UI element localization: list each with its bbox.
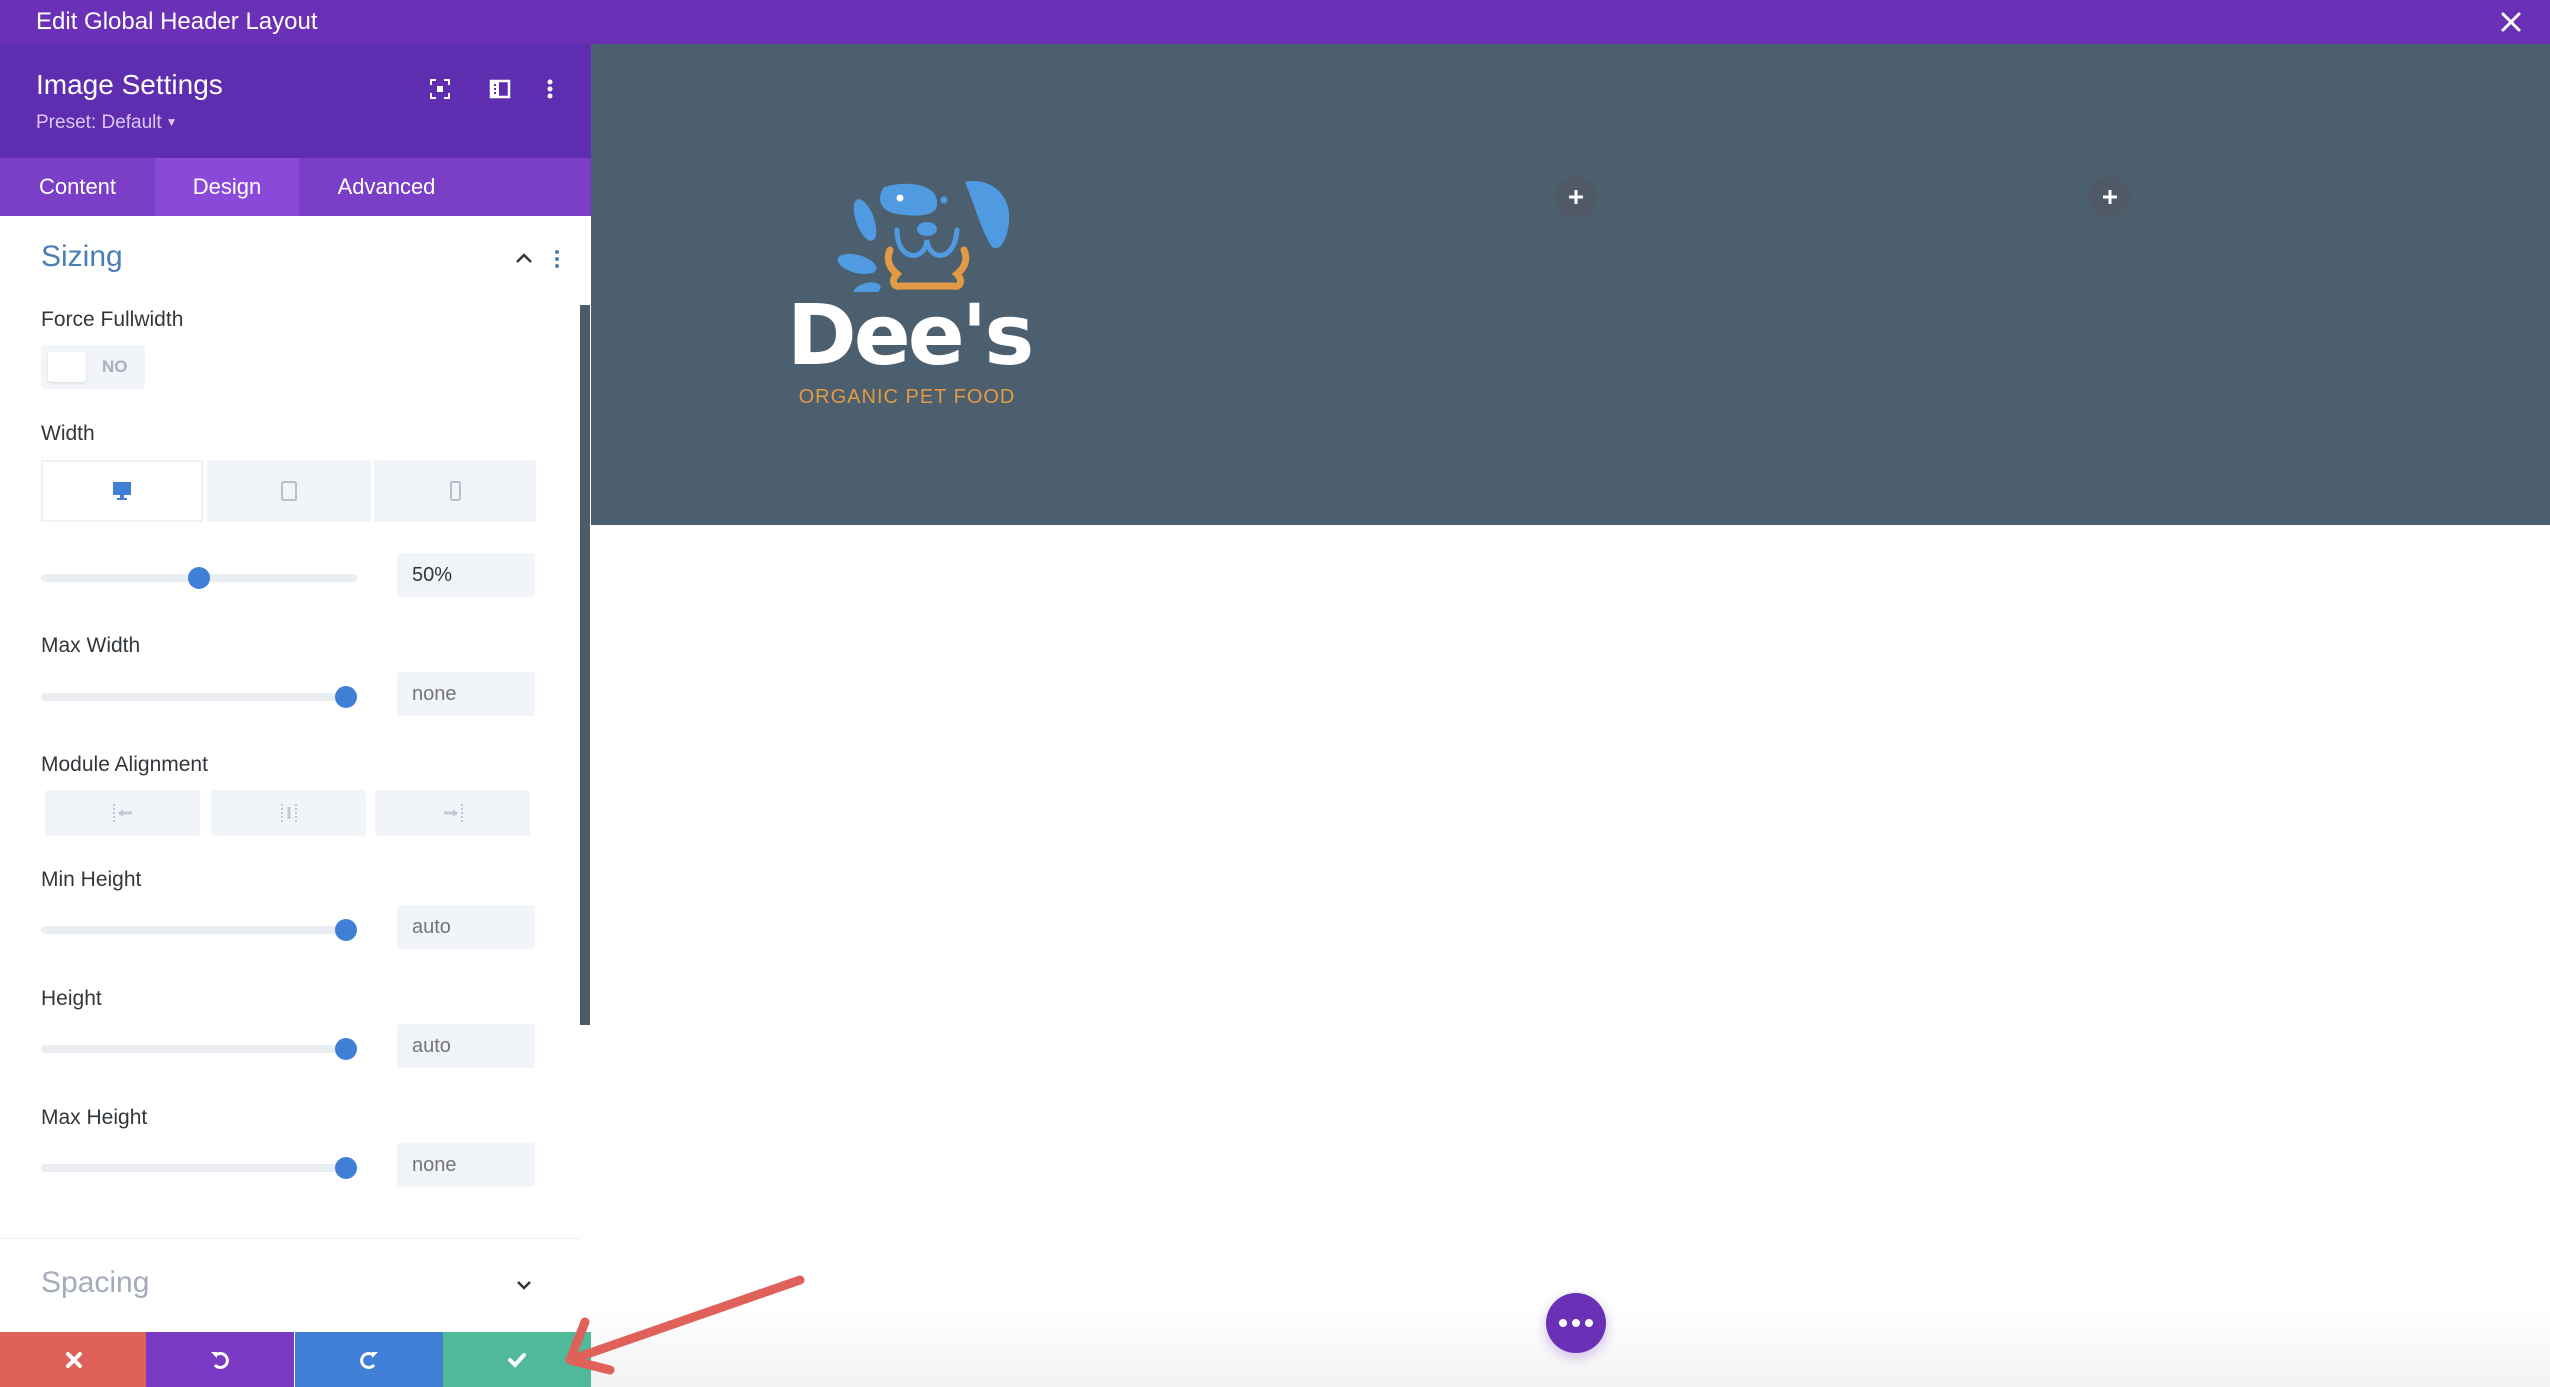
discard-button[interactable] [0,1332,148,1387]
width-slider-thumb[interactable] [188,567,210,589]
toggle-knob [48,352,86,382]
min-height-slider[interactable] [41,926,357,934]
align-right-icon [443,804,463,822]
window-title: Edit Global Header Layout [36,8,318,35]
max-height-slider[interactable] [41,1164,357,1172]
device-tab-desktop[interactable] [41,460,203,522]
tablet-icon [281,481,297,501]
module-alignment-label: Module Alignment [41,753,208,776]
header-section[interactable]: Dee's ORGANIC PET FOOD [591,44,2550,525]
align-left-icon [112,804,132,822]
min-height-input[interactable] [397,905,535,949]
max-width-slider[interactable] [41,693,357,701]
dog-logo-icon [837,181,1010,298]
height-slider[interactable] [41,1045,357,1053]
builder-canvas: Dee's ORGANIC PET FOOD [591,44,2550,1387]
height-label: Height [41,987,102,1010]
section-divider [0,1238,580,1239]
preset-label: Preset: Default [36,112,162,133]
min-height-slider-thumb[interactable] [335,919,357,941]
device-tab-phone[interactable] [374,460,536,522]
max-height-label: Max Height [41,1106,148,1129]
section-sizing-title[interactable]: Sizing [41,240,123,274]
logo-tagline: ORGANIC PET FOOD [798,386,1016,408]
plus-icon [1569,190,1583,204]
panel-title: Image Settings [36,69,223,100]
align-left-button[interactable] [45,790,200,836]
height-slider-thumb[interactable] [335,1038,357,1060]
chevron-down-icon[interactable] [512,1273,536,1302]
sidebar-layout-icon[interactable] [485,74,515,104]
settings-panel: Image Settings Preset: Default ▼ Content … [0,44,591,1387]
preset-dropdown[interactable]: Preset: Default ▼ [36,112,178,134]
logo-name: Dee's [787,286,1034,384]
close-icon [66,1351,82,1368]
align-center-icon [280,804,297,822]
dot-icon [1585,1319,1593,1327]
max-height-input[interactable] [397,1143,535,1187]
width-input[interactable] [397,553,535,597]
min-height-label: Min Height [41,868,142,891]
redo-button[interactable] [295,1332,443,1387]
tab-content[interactable]: Content [0,158,155,216]
add-module-button[interactable] [1555,176,1597,218]
dot-icon [1572,1319,1580,1327]
add-module-button[interactable] [2089,176,2131,218]
fullscreen-icon[interactable] [425,74,455,104]
close-icon[interactable] [2494,5,2528,39]
redo-icon [360,1351,378,1369]
settings-tabs: Content Design Advanced [0,158,591,216]
save-button[interactable] [443,1332,591,1387]
plus-icon [2103,190,2117,204]
more-vertical-icon[interactable] [545,247,569,276]
max-width-label: Max Width [41,634,141,657]
logo-image[interactable]: Dee's ORGANIC PET FOOD [787,162,1034,412]
height-input[interactable] [397,1024,535,1068]
width-label: Width [41,422,95,445]
align-right-button[interactable] [375,790,530,836]
page-settings-button[interactable] [1546,1293,1606,1353]
tab-design[interactable]: Design [155,158,299,216]
more-vertical-icon[interactable] [535,74,565,104]
device-tab-tablet[interactable] [207,460,371,522]
tab-advanced[interactable]: Advanced [299,158,474,216]
max-width-input[interactable] [397,672,535,716]
check-icon [508,1352,526,1368]
editor-title-bar: Edit Global Header Layout [0,0,2550,44]
force-fullwidth-toggle[interactable]: NO [41,345,145,389]
panel-header: Image Settings Preset: Default ▼ [0,44,591,158]
panel-action-bar [0,1332,591,1387]
max-height-slider-thumb[interactable] [335,1157,357,1179]
chevron-up-icon[interactable] [512,247,536,276]
caret-down-icon: ▼ [165,115,178,129]
panel-scrollbar[interactable] [580,305,590,1025]
toggle-state: NO [102,357,128,376]
force-fullwidth-label: Force Fullwidth [41,308,184,331]
desktop-icon [113,482,131,500]
phone-icon [450,481,461,501]
undo-icon [211,1351,229,1369]
section-spacing-title[interactable]: Spacing [41,1266,149,1300]
max-width-slider-thumb[interactable] [335,686,357,708]
undo-button[interactable] [146,1332,294,1387]
dot-icon [1559,1319,1567,1327]
align-center-button[interactable] [211,790,366,836]
